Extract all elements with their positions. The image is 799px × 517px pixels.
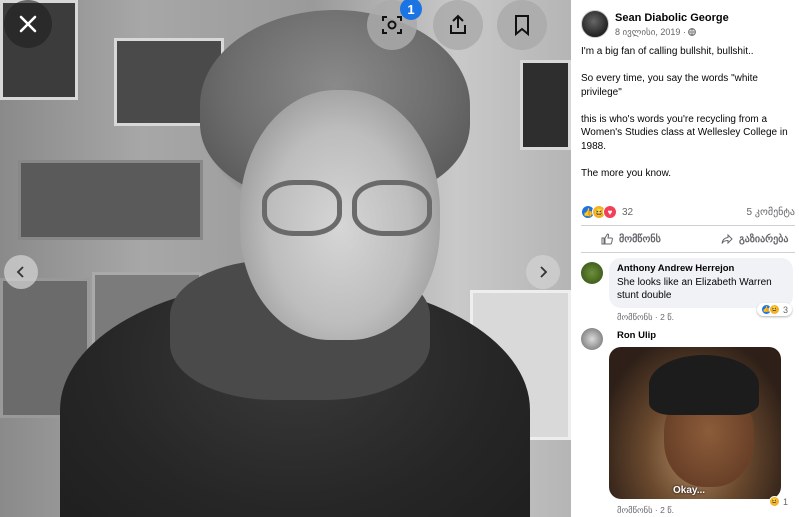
like-label: მომწონს bbox=[619, 233, 661, 245]
commenter-avatar[interactable] bbox=[581, 328, 603, 350]
gif-hat bbox=[649, 355, 759, 415]
wall-art bbox=[520, 60, 571, 150]
gif-reactions[interactable]: 😆 1 bbox=[769, 496, 788, 507]
post-meta: 8 ივლისი, 2019 · bbox=[615, 27, 697, 38]
comment-gif[interactable]: Okay... bbox=[609, 347, 781, 499]
comment-meta: მომწონს · 2 წ. bbox=[617, 312, 674, 323]
post-author[interactable]: Sean Diabolic George bbox=[615, 12, 729, 24]
reaction-count: 32 bbox=[622, 206, 634, 218]
author-avatar[interactable] bbox=[581, 10, 609, 38]
chevron-left-icon bbox=[16, 266, 24, 278]
comment-reaction-count: 1 bbox=[783, 496, 789, 507]
globe-icon bbox=[688, 28, 697, 36]
previous-photo-button[interactable] bbox=[4, 255, 38, 289]
post-line: The more you know. bbox=[581, 167, 672, 179]
comment-meta: მომწონს · 2 წ. bbox=[617, 505, 674, 516]
post-date[interactable]: 8 ივლისი, 2019 bbox=[615, 27, 680, 37]
post-line: So every time, you say the words "white … bbox=[581, 73, 758, 98]
love-reaction-icon: ♥ bbox=[603, 205, 617, 219]
bookmark-icon bbox=[515, 15, 529, 37]
share-arrow-icon bbox=[721, 233, 733, 245]
gif-caption: Okay... bbox=[673, 485, 706, 496]
share-photo-button[interactable] bbox=[433, 0, 483, 50]
post-panel: Sean Diabolic George 8 ივლისი, 2019 · I'… bbox=[571, 0, 799, 517]
comment-like-link[interactable]: მომწონს bbox=[617, 505, 653, 515]
next-photo-button[interactable] bbox=[526, 255, 560, 289]
visual-search-icon bbox=[382, 16, 402, 34]
thumbs-up-icon bbox=[601, 233, 613, 245]
post-header bbox=[581, 10, 609, 38]
glasses-left bbox=[262, 180, 342, 236]
comment-bubble: Anthony Andrew Herrejon She looks like a… bbox=[609, 258, 793, 308]
comment-author[interactable]: Ron Ulip bbox=[617, 330, 656, 341]
share-label: გაზიარება bbox=[739, 233, 789, 245]
comment-text: She looks like an Elizabeth Warren stunt… bbox=[617, 277, 772, 301]
photo[interactable] bbox=[0, 0, 571, 517]
photo-viewer: 1 bbox=[0, 0, 571, 517]
comment-author[interactable]: Anthony Andrew Herrejon bbox=[617, 263, 785, 274]
comment-reactions[interactable]: 👍 😆 3 bbox=[757, 303, 793, 316]
haha-reaction-icon: 😆 bbox=[769, 496, 780, 507]
divider bbox=[581, 252, 795, 253]
chevron-right-icon bbox=[540, 266, 548, 278]
divider bbox=[581, 225, 795, 226]
photo-viewer-root: 1 Sean Diabolic George 8 ივლისი, 2019 · bbox=[0, 0, 799, 517]
post-body: I'm a big fan of calling bullshit, bulls… bbox=[581, 45, 796, 180]
commenter-avatar[interactable] bbox=[581, 262, 603, 284]
comment-like-link[interactable]: მომწონს bbox=[617, 312, 653, 322]
glasses-right bbox=[352, 180, 432, 236]
share-icon bbox=[450, 14, 466, 34]
wall-textile bbox=[18, 160, 203, 240]
close-icon bbox=[19, 15, 37, 33]
share-button[interactable]: გაზიარება bbox=[721, 233, 788, 245]
comment-reaction-count: 3 bbox=[783, 304, 789, 315]
close-button[interactable] bbox=[4, 0, 52, 48]
comment-time[interactable]: 2 წ. bbox=[660, 505, 674, 515]
post-line: this is who's words you're recycling fro… bbox=[581, 113, 788, 152]
post-line: I'm a big fan of calling bullshit, bulls… bbox=[581, 46, 754, 57]
reaction-summary[interactable]: 👍 😆 ♥ 32 bbox=[581, 205, 633, 219]
like-button[interactable]: მომწონს bbox=[601, 233, 661, 245]
comment-count[interactable]: 5 კომენტა bbox=[747, 207, 795, 218]
haha-reaction-icon: 😆 bbox=[769, 304, 780, 315]
save-photo-button[interactable] bbox=[497, 0, 547, 50]
comment-time[interactable]: 2 წ. bbox=[660, 312, 674, 322]
